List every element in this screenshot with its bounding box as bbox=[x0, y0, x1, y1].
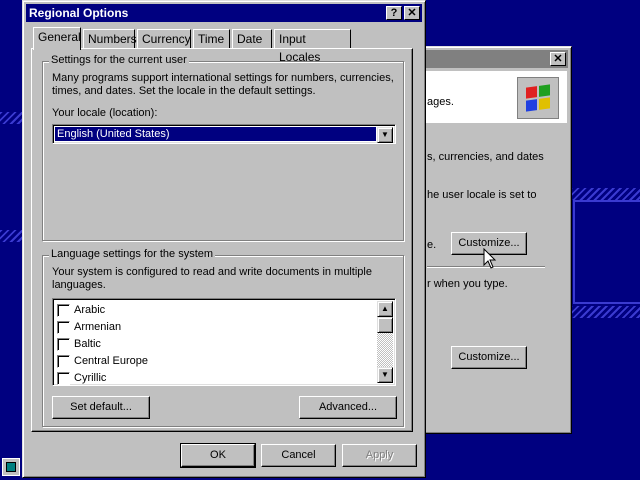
current-user-description: Many programs support international sett… bbox=[52, 72, 394, 84]
mouse-cursor-icon bbox=[483, 248, 497, 269]
apply-button: Apply bbox=[342, 444, 417, 467]
dropdown-arrow-button[interactable]: ▼ bbox=[377, 127, 393, 143]
language-label: Armenian bbox=[74, 321, 122, 333]
dialog-titlebar[interactable]: Regional Options ? ✕ bbox=[26, 4, 422, 22]
language-checkbox[interactable] bbox=[57, 338, 70, 351]
windows-logo-icon bbox=[517, 77, 559, 119]
current-user-group-title: Settings for the current user bbox=[49, 54, 189, 66]
tab-currency[interactable]: Currency bbox=[137, 29, 191, 48]
list-item[interactable]: Arabic bbox=[57, 303, 357, 319]
cancel-button[interactable]: Cancel bbox=[261, 444, 336, 467]
current-user-description: times, and dates. Set the locale in the … bbox=[52, 85, 316, 97]
close-button[interactable]: ✕ bbox=[404, 6, 420, 20]
desktop-stripe bbox=[570, 188, 640, 200]
locale-dropdown-value: English (United States) bbox=[55, 127, 376, 141]
language-group-title: Language settings for the system bbox=[49, 248, 216, 260]
taskbar-app-icon[interactable] bbox=[2, 458, 20, 476]
tab-general[interactable]: General bbox=[33, 27, 81, 50]
tab-input-locales[interactable]: Input Locales bbox=[274, 29, 351, 64]
scroll-up-button[interactable]: ▲ bbox=[377, 301, 393, 317]
app-icon-graphic bbox=[6, 462, 16, 472]
current-user-group: Settings for the current user Many progr… bbox=[42, 54, 404, 241]
language-list-scrollbar[interactable]: ▲ ▼ bbox=[377, 301, 393, 383]
locale-label: Your locale (location): bbox=[52, 107, 158, 119]
help-icon: ? bbox=[390, 7, 398, 19]
desktop-stripe bbox=[0, 112, 24, 124]
language-checkbox[interactable] bbox=[57, 304, 70, 317]
background-window-titlebar[interactable]: ✕ bbox=[426, 50, 568, 68]
list-item[interactable]: Armenian bbox=[57, 320, 357, 336]
language-description: Your system is configured to read and wr… bbox=[52, 266, 372, 278]
customize-button[interactable]: Customize... bbox=[451, 346, 527, 369]
ok-button[interactable]: OK bbox=[180, 443, 256, 468]
advanced-button[interactable]: Advanced... bbox=[299, 396, 397, 419]
language-settings-group: Language settings for the system Your sy… bbox=[42, 248, 404, 427]
background-text-line: s, currencies, and dates bbox=[427, 151, 544, 163]
list-item[interactable]: Cyrillic bbox=[57, 371, 357, 385]
scroll-down-button[interactable]: ▼ bbox=[377, 367, 393, 383]
dialog-title: Regional Options bbox=[29, 6, 129, 20]
list-item[interactable]: Baltic bbox=[57, 337, 357, 353]
background-text-line: e. bbox=[427, 239, 437, 251]
background-text-line: r when you type. bbox=[427, 278, 508, 290]
background-window[interactable]: ✕ ages. s, currencies, and dates he user… bbox=[422, 46, 572, 434]
language-label: Arabic bbox=[74, 304, 106, 316]
language-checkbox[interactable] bbox=[57, 321, 70, 334]
desktop-stripe bbox=[570, 306, 640, 318]
list-item[interactable]: Central Europe bbox=[57, 354, 357, 370]
close-icon: ✕ bbox=[407, 7, 417, 19]
tab-date[interactable]: Date bbox=[232, 29, 272, 48]
chevron-up-icon: ▲ bbox=[381, 304, 389, 313]
desktop-stripe bbox=[0, 230, 24, 242]
language-label: Baltic bbox=[74, 338, 101, 350]
chevron-down-icon: ▼ bbox=[381, 370, 389, 379]
chevron-down-icon: ▼ bbox=[381, 130, 389, 139]
language-label: Central Europe bbox=[74, 355, 148, 367]
general-tab-panel: Settings for the current user Many progr… bbox=[31, 48, 413, 432]
scroll-thumb[interactable] bbox=[377, 317, 393, 333]
background-text-line: ages. bbox=[427, 96, 454, 108]
locale-dropdown[interactable]: English (United States) ▼ bbox=[52, 124, 396, 144]
tab-numbers[interactable]: Numbers bbox=[83, 29, 137, 48]
set-default-button[interactable]: Set default... bbox=[52, 396, 150, 419]
desktop-outline bbox=[573, 200, 640, 304]
background-text-line: he user locale is set to bbox=[427, 189, 537, 201]
tab-time[interactable]: Time bbox=[193, 29, 230, 48]
language-label: Cyrillic bbox=[74, 372, 107, 384]
close-icon: ✕ bbox=[553, 53, 563, 65]
help-button[interactable]: ? bbox=[386, 6, 402, 20]
language-checkbox[interactable] bbox=[57, 372, 70, 385]
language-description: languages. bbox=[52, 279, 106, 291]
windows-logo-flag bbox=[526, 84, 550, 112]
background-close-button[interactable]: ✕ bbox=[550, 52, 566, 66]
language-list[interactable]: Arabic Armenian Baltic Central Europe Cy… bbox=[52, 298, 396, 386]
language-checkbox[interactable] bbox=[57, 355, 70, 368]
